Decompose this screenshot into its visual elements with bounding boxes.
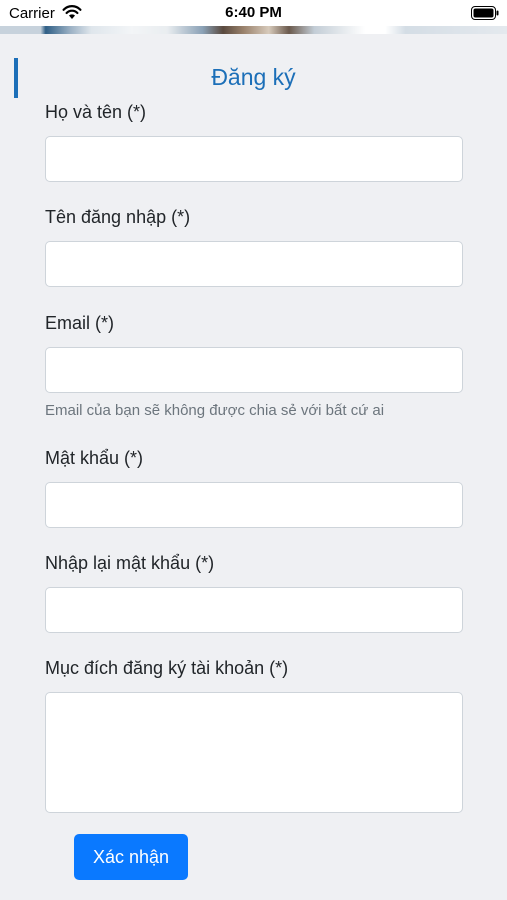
full-name-label: Họ và tên (*) <box>45 102 147 122</box>
clock-time: 6:40 PM <box>225 4 282 21</box>
purpose-textarea[interactable] <box>45 692 463 813</box>
battery-icon <box>471 6 499 20</box>
username-label: Tên đăng nhập (*) <box>45 207 191 227</box>
password-input[interactable] <box>45 482 463 528</box>
email-label: Email (*) <box>45 313 115 333</box>
banner-image <box>0 26 507 34</box>
status-bar: Carrier 6:40 PM <box>0 0 507 26</box>
purpose-label: Mục đích đăng ký tài khoản (*) <box>45 658 289 678</box>
page-title: Đăng ký <box>211 64 296 90</box>
full-name-input[interactable] <box>45 136 463 182</box>
submit-button[interactable]: Xác nhận <box>74 834 188 880</box>
confirm-password-label: Nhập lại mật khẩu (*) <box>45 553 215 573</box>
email-help-text: Email của bạn sẽ không được chia sẻ với … <box>45 402 385 419</box>
password-label: Mật khẩu (*) <box>45 448 144 468</box>
username-input[interactable] <box>45 241 463 287</box>
email-input[interactable] <box>45 347 463 393</box>
confirm-password-input[interactable] <box>45 587 463 633</box>
